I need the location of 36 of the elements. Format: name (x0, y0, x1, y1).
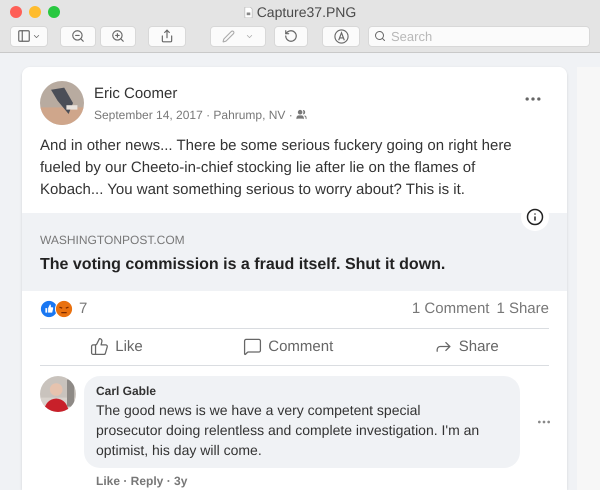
rotate-button[interactable] (274, 26, 308, 46)
rotate-icon (284, 29, 298, 43)
search-field[interactable]: Search (368, 26, 590, 46)
share-icon (160, 29, 174, 43)
angry-reaction-icon (55, 300, 73, 318)
file-icon (244, 6, 253, 18)
sidebar-toggle-button[interactable] (10, 26, 48, 46)
post-action-button[interactable]: Comment (233, 332, 344, 362)
comment-footer: Like · Reply · 3y (96, 472, 552, 490)
search-icon (374, 30, 386, 42)
zoom-in-button[interactable] (100, 26, 136, 46)
markup-button[interactable] (322, 26, 360, 46)
share-button[interactable] (148, 26, 186, 46)
markup-icon (334, 28, 348, 44)
post-stat[interactable]: 1 Comment (412, 298, 490, 320)
info-icon (526, 208, 544, 226)
zoom-in-icon (111, 29, 125, 43)
sidebar-icon (17, 29, 31, 43)
comment-text: The good news is we have a very competent special prosecutor doing relentless and complete investigation. I'm an optimist, his day will come. (96, 401, 480, 460)
link-domain: WASHINGTONPOST.COM (40, 232, 186, 249)
pen-icon (222, 30, 235, 42)
post-action-button[interactable]: Share (424, 332, 509, 362)
comment-author[interactable]: Carl Gable (96, 382, 490, 400)
comment-icon (243, 337, 262, 356)
window-title: Capture37.PNG (256, 2, 356, 22)
link-title: The voting commission is a fraud itself. Shut it down. (40, 255, 446, 275)
post-action-button[interactable]: Like (80, 332, 153, 362)
zoom-out-icon (71, 29, 85, 43)
zoom-out-button[interactable] (60, 26, 96, 46)
reaction-count[interactable]: 7 (79, 298, 88, 320)
author-name[interactable]: Eric Coomer (94, 83, 513, 106)
post-text: And in other news... There be some serious fuckery going on right here fueled by our Cheeto-in-chief stocking lie after lie on the flames of Kobach... You want something serious to worry about? This is it. (39, 136, 513, 200)
post-stat[interactable]: 1 Share (496, 298, 549, 320)
friends-icon (296, 109, 307, 120)
thumbs-up-icon (90, 337, 110, 356)
post-meta: September 14, 2017 · Pahrump, NV · (94, 106, 293, 124)
